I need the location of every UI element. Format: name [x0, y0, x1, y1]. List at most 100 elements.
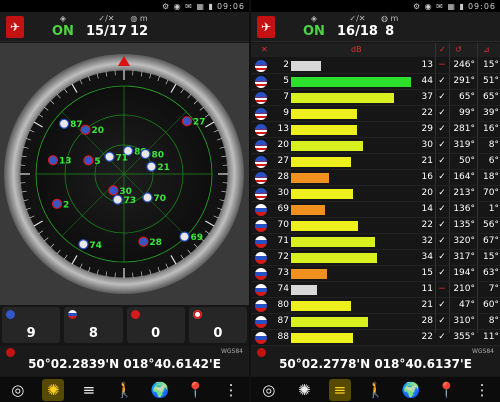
top-bar: ✈ ◈ ON ✓/✕ 15/17 ◍ m 12	[0, 12, 249, 42]
snr-bar	[291, 141, 363, 151]
satellite-id: 73	[277, 268, 289, 278]
elevation-value: 67°	[483, 236, 499, 246]
satellite-icon: ◈	[310, 14, 318, 23]
elevation-col-icon[interactable]: ⊿	[483, 45, 490, 54]
snr-bar	[291, 157, 351, 167]
table-row[interactable]: 2 13−246° 15°	[251, 58, 500, 74]
table-row[interactable]: 28 16 ✓ 164° 18°	[251, 170, 500, 186]
globe-icon[interactable]: 🌍	[400, 379, 422, 401]
table-row[interactable]: 71 32 ✓ 320° 67°	[251, 234, 500, 250]
fix-indicator: ✓	[438, 124, 446, 134]
azimuth-col-icon[interactable]: ↺	[455, 45, 462, 54]
beidou-box[interactable]: 0	[126, 307, 185, 343]
elevation-value: 15°	[483, 252, 499, 262]
azimuth-value: 99°	[459, 108, 475, 118]
satellite-list-pane: ⚙ ◉ ✉ ▦ ▮ 09:06 ✈ ◈ ON ✓/✕ 16/18 ◍ m 8 ✕…	[251, 0, 500, 402]
more-icon[interactable]: ⋮	[220, 379, 242, 401]
satellite-id-label: 71	[116, 153, 129, 163]
table-row[interactable]: 72 34 ✓ 317° 15°	[251, 250, 500, 266]
elevation-value: 8°	[488, 140, 499, 150]
satellite-flag-icon	[255, 252, 267, 264]
sky-satellite[interactable]: 70	[142, 192, 166, 204]
satellite-col-icon[interactable]: ✕	[261, 45, 268, 54]
snr-col-label[interactable]: dB	[351, 45, 362, 54]
compass-icon[interactable]: ◎	[258, 379, 280, 401]
table-row[interactable]: 13 29 ✓ 281° 16°	[251, 122, 500, 138]
sky-satellite[interactable]: 27	[181, 116, 206, 128]
compass-icon[interactable]: ◎	[7, 379, 29, 401]
app-logo-icon[interactable]: ✈	[257, 16, 275, 38]
more-icon[interactable]: ⋮	[471, 379, 493, 401]
bars-icon[interactable]: ≡	[328, 378, 351, 401]
coordinates-text: 50°02.2778'N 018°40.6137'E	[279, 357, 472, 371]
sky-satellite[interactable]: 71	[104, 151, 129, 163]
app-logo-icon[interactable]: ✈	[6, 16, 24, 38]
azimuth-value: 291°	[453, 76, 475, 86]
table-row[interactable]: 70 22 ✓ 135° 56°	[251, 218, 500, 234]
elevation-value: 39°	[483, 108, 499, 118]
snr-bar	[291, 77, 411, 87]
azimuth-value: 65°	[459, 92, 475, 102]
table-row[interactable]: 30 20 ✓ 213° 70°	[251, 186, 500, 202]
galileo-box[interactable]: 0	[188, 307, 247, 343]
sky-satellite[interactable]: 87	[58, 118, 83, 130]
table-row[interactable]: 20 30 ✓ 319° 8°	[251, 138, 500, 154]
satellite-flag-icon	[255, 236, 267, 248]
location-pin-icon[interactable]: 📍	[185, 379, 207, 401]
satellite-id: 2	[283, 60, 289, 70]
satellite-flag-icon	[104, 151, 115, 162]
snr-value: 22	[421, 108, 433, 118]
table-row[interactable]: 5 44 ✓ 291° 51°	[251, 74, 500, 90]
glonass-box[interactable]: 8	[64, 307, 123, 343]
walk-icon[interactable]: 🚶	[364, 379, 386, 401]
sky-satellite[interactable]: 69	[179, 231, 203, 243]
table-row[interactable]: 80 21 ✓ 47° 60°	[251, 298, 500, 314]
snr-bar	[291, 173, 329, 183]
coordinates-text: 50°02.2839'N 018°40.6142'E	[28, 357, 221, 371]
satellite-id-label: 21	[157, 163, 170, 173]
sky-satellite[interactable]: 20	[80, 124, 104, 136]
gps-box[interactable]: 9	[2, 307, 61, 343]
table-row[interactable]: 73 15 ✓ 194° 63°	[251, 266, 500, 282]
sky-satellite[interactable]: 28	[138, 236, 162, 248]
table-row[interactable]: 9 22 ✓ 99° 39°	[251, 106, 500, 122]
sky-satellite[interactable]: 80	[140, 148, 164, 160]
sky-satellite[interactable]: 13	[47, 155, 72, 167]
fix-status-value: ON	[303, 24, 325, 39]
check-cross-icon: ✓/✕	[98, 14, 115, 23]
sky-satellite[interactable]: 21	[146, 161, 170, 173]
status-icons: ⚙ ◉ ✉ ▦ ▮ 09:06	[412, 1, 496, 11]
glonass-count: 8	[88, 326, 98, 341]
satellite-flag-icon	[255, 92, 267, 104]
table-row[interactable]: 87 28 ✓ 310° 8°	[251, 314, 500, 330]
satellite-id-label: 87	[70, 120, 83, 130]
location-pin-icon[interactable]: 📍	[436, 379, 458, 401]
sky-satellite[interactable]: 73	[112, 194, 136, 206]
sky-satellite[interactable]: 74	[78, 239, 102, 251]
satellite-id-label: 80	[151, 150, 164, 160]
table-row[interactable]: 74 11−210° 7°	[251, 282, 500, 298]
satellite-id: 20	[277, 140, 289, 150]
satellite-flag-icon	[142, 192, 153, 203]
radar-icon[interactable]: ✺	[293, 379, 315, 401]
fix-col-icon[interactable]: ✓	[439, 45, 446, 54]
table-row[interactable]: 27 21 ✓ 50° 6°	[251, 154, 500, 170]
radar-icon[interactable]: ✺	[42, 378, 65, 401]
table-row[interactable]: 88 22 ✓ 355° 11°	[251, 330, 500, 346]
position-icon	[257, 348, 266, 357]
satellite-id-label: 27	[193, 118, 206, 128]
satellite-id: 72	[277, 252, 289, 262]
snr-bar	[291, 61, 321, 71]
bars-icon[interactable]: ≡	[78, 379, 100, 401]
satellite-id-label: 28	[149, 238, 162, 248]
table-row[interactable]: 69 14 ✓ 136° 1°	[251, 202, 500, 218]
snr-value: 37	[421, 92, 433, 102]
table-row[interactable]: 7 37 ✓ 65° 65°	[251, 90, 500, 106]
globe-icon[interactable]: 🌍	[149, 379, 171, 401]
azimuth-value: 210°	[453, 284, 475, 294]
azimuth-value: 281°	[453, 124, 475, 134]
sky-view[interactable]: 88 27 20 87 5 71 80 21 13 30 73 70 2 28 74 69	[0, 43, 249, 305]
beidou-flag-icon	[130, 310, 140, 319]
satellite-id: 27	[277, 156, 289, 166]
walk-icon[interactable]: 🚶	[113, 379, 135, 401]
